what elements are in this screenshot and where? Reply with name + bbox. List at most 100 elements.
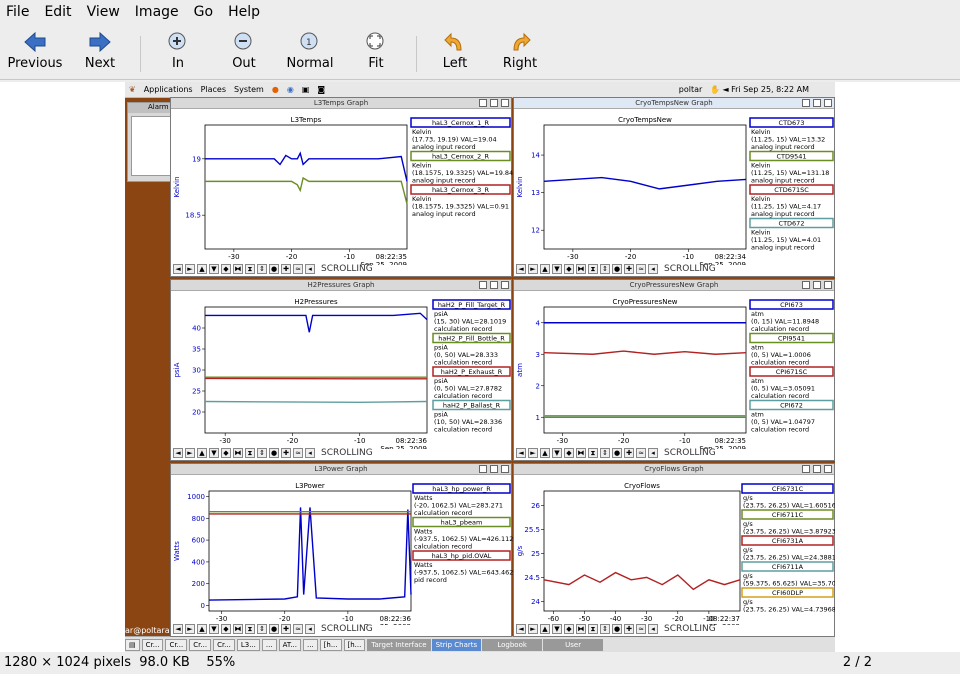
legend-name: haL3_Cernox_1_R (432, 119, 490, 127)
workspace-user: User (543, 638, 604, 651)
workspace-logbook: Logbook (482, 638, 543, 651)
chart-control-icon: ▼ (209, 623, 219, 634)
plot-title: H2Pressures (294, 298, 338, 306)
chart-control-icon: ⧗ (245, 447, 255, 458)
chart-control-icon: ≈ (636, 447, 646, 458)
chart-control-icon: ► (185, 447, 195, 458)
x-tick-label: -50 (579, 615, 590, 623)
chart-control-icon: ◆ (564, 623, 574, 634)
y-tick-label: 35 (192, 346, 201, 354)
image-info: 1280 × 1024 pixels 98.0 KB 55% (4, 655, 236, 670)
chart-control-icon: ✚ (281, 623, 291, 634)
close-icon (501, 465, 509, 473)
maximize-icon (813, 99, 821, 107)
legend-name: haL3_Cernox_2_R (432, 153, 490, 161)
taskbar-item: L3... (236, 638, 260, 651)
graph-window: CryoTempsNew Graph CryoTempsNew Kelvin 14 13… (513, 97, 835, 277)
user-host-label: ar@poltara (125, 626, 170, 635)
strip-chart: L3TempsKelvin1918.5-30 -20 -10 08:22:35Sep … (173, 116, 513, 265)
x-tick-label: -20 (625, 253, 636, 261)
rotate-left-button[interactable]: Left (436, 30, 474, 71)
menu-file[interactable]: File (6, 4, 29, 20)
chart-control-icon: ⇕ (600, 623, 610, 634)
chart-control-icon: ◂ (305, 263, 315, 274)
x-tick-label: -10 (342, 615, 353, 623)
legend-name: CTD672 (779, 220, 805, 228)
network-icon: ✋ (709, 85, 720, 94)
window-title-text: CryoPressuresNew Graph (629, 281, 719, 289)
chart-control-icon: ● (269, 623, 279, 634)
x-tick-label: -30 (567, 253, 578, 261)
panel-right: poltar ✋ ◄ Fri Sep 25, 8:22 AM (679, 85, 809, 94)
menu-view[interactable]: View (87, 4, 120, 20)
chart-control-icon: ⧓ (576, 263, 586, 274)
plot-area (543, 306, 747, 434)
zoom-out-button[interactable]: Out (226, 30, 262, 71)
strip-chart: H2Pressures psiA 40 35 30 25 20 -30 -20 -10 08:22:… (173, 298, 511, 449)
gnome-bottom-panel: ▤ Cr... Cr... Cr... Cr... L3... ... AT..… (125, 636, 835, 652)
strip-chart: L3Power Watts 1000 800 600 400 200 0 -30 -20 -10 08… (173, 482, 513, 625)
x-tick-label: -20 (286, 253, 297, 261)
y-tick-label: 12 (531, 227, 540, 235)
plot-area (204, 124, 408, 250)
legend-name: CTD671SC (774, 186, 809, 194)
legend-name: CPI673 (780, 301, 803, 309)
zoom-normal-button[interactable]: 1 Normal (284, 30, 336, 71)
legend-name: haL3_pbeam (441, 519, 483, 527)
screenshot-image: ❦ Applications Places System ● ◉ ▣ ◙ pol… (125, 82, 835, 652)
chart-control-icon: ✚ (281, 263, 291, 274)
legend-detail: analog input record (751, 143, 815, 151)
y-tick-label: 600 (192, 537, 205, 545)
y-tick-label: 24.5 (524, 574, 540, 582)
taskbar-item: Cr... (213, 638, 235, 651)
legend-detail: calculation record (414, 543, 472, 551)
legend-name: haH2_P_Exhaust_R (441, 368, 503, 376)
zoom-in-button[interactable]: In (160, 30, 196, 71)
chart-control-icon: ≈ (636, 263, 646, 274)
chart-control-icon: ◂ (648, 447, 658, 458)
previous-button[interactable]: Previous (6, 30, 64, 71)
maximize-icon (490, 281, 498, 289)
y-tick-label: 19 (192, 155, 201, 163)
x-tick-label: -20 (279, 615, 290, 623)
minimize-icon (479, 281, 487, 289)
chart-control-icon: ⇕ (600, 447, 610, 458)
x-tick-label: -10 (354, 437, 365, 445)
applications-menu: Applications (143, 85, 193, 94)
taskbar-item: Cr... (141, 638, 164, 651)
close-icon (501, 281, 509, 289)
alarm-title: Alarm (128, 103, 174, 113)
legend-name: CPI671SC (776, 368, 808, 376)
chart-control-icon: ► (185, 263, 195, 274)
chart-control-icon: ⇕ (257, 263, 267, 274)
legend-detail: analog input record (412, 143, 476, 151)
legend-detail: analog input record (412, 177, 476, 185)
zoom-out-label: Out (232, 56, 256, 71)
chart-control-icon: ► (528, 623, 538, 634)
x-tick-label: -30 (228, 253, 239, 261)
rotate-right-button[interactable]: Right (500, 30, 540, 71)
window-title-text: CryoFlows Graph (644, 465, 704, 473)
y-tick-label: 3 (536, 351, 540, 359)
legend-detail: (23.75, 26.25) VAL=1.60516 (743, 502, 835, 510)
next-button[interactable]: Next (80, 30, 120, 71)
maximize-icon (813, 465, 821, 473)
y-tick-label: 25 (531, 550, 540, 558)
scrolling-status: SCROLLING (321, 263, 373, 274)
graph-window-title: CryoPressuresNew Graph (514, 280, 834, 291)
menu-image[interactable]: Image (135, 4, 179, 20)
chart-control-icon: ► (528, 263, 538, 274)
menu-help[interactable]: Help (228, 4, 260, 20)
y-tick-label: 14 (531, 152, 540, 160)
zoom-fit-button[interactable]: Fit (358, 30, 394, 71)
chart-controls: ◄ ► ▲ ▼ ◆ ⧓ ⧗ ⇕ ● ✚ ≈ ◂ SCROLLING (516, 447, 716, 458)
chart-control-icon: ⧓ (233, 623, 243, 634)
firefox-icon: ● (271, 85, 279, 94)
legend-name: haH2_P_Fill_Target_R (438, 301, 506, 309)
places-menu: Places (200, 85, 227, 94)
legend-name: CPI9541 (778, 335, 805, 343)
menu-go[interactable]: Go (194, 4, 213, 20)
chart-control-icon: ◆ (221, 623, 231, 634)
menu-edit[interactable]: Edit (44, 4, 71, 20)
chart-control-icon: ⧓ (576, 447, 586, 458)
